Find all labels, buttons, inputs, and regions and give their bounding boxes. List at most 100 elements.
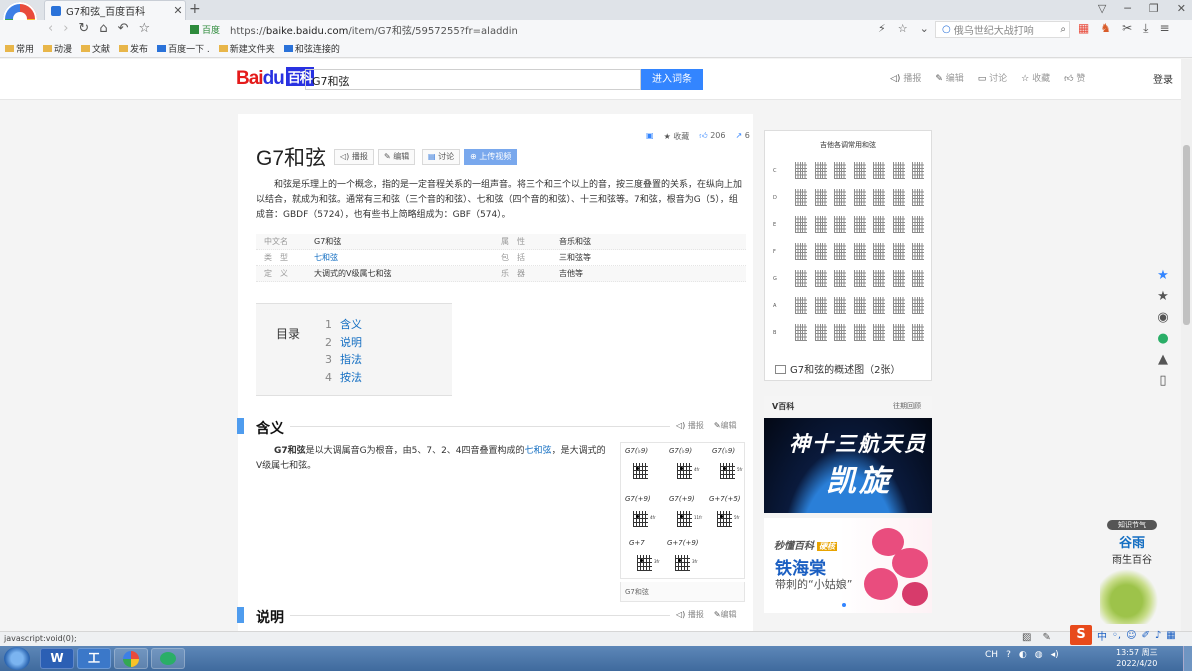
volume-icon[interactable]: ◂) xyxy=(1051,650,1059,660)
game-icon[interactable]: ♞ xyxy=(1100,21,1111,36)
bookmark-item[interactable]: 新建文件夹 xyxy=(218,42,275,55)
sogou-logo[interactable]: S xyxy=(1070,625,1092,645)
bookmark-item[interactable]: 文献 xyxy=(81,42,110,55)
solar-term-widget[interactable]: 知识节气 谷雨 雨生百谷 xyxy=(1107,520,1157,566)
scrollbar-thumb[interactable] xyxy=(1183,145,1190,325)
pen-icon[interactable]: ✐ xyxy=(1142,630,1150,641)
chord-diagram: G7(♭9) 5fr xyxy=(712,447,743,487)
minimize-icon[interactable]: ─ xyxy=(1124,2,1131,15)
menu-icon[interactable]: ≡ xyxy=(1159,21,1169,36)
home-icon[interactable]: ⌂ xyxy=(99,21,107,36)
taskbar-word[interactable]: W xyxy=(40,648,74,669)
toc-item[interactable]: 4 按法 xyxy=(325,369,362,387)
bookmark-item[interactable]: 常用 xyxy=(5,42,34,55)
clock[interactable]: 13:57 周三 2022/4/20 xyxy=(1116,647,1158,669)
header-collect-button[interactable]: ☆ 收藏 xyxy=(1021,71,1050,84)
info-value-link[interactable]: 七和弦 xyxy=(314,252,501,263)
bookmark-item[interactable]: 和弦连接的 xyxy=(283,42,340,55)
url-field[interactable]: 百度 https://baike.baidu.com/item/G7和弦/595… xyxy=(186,21,921,38)
back-icon[interactable]: ‹ xyxy=(48,21,53,36)
album-chord-grid xyxy=(814,270,827,287)
brush-icon[interactable]: ✎ xyxy=(1042,632,1050,643)
browser-tab[interactable]: G7和弦_百度百科 ✕ xyxy=(44,0,186,20)
discuss-button[interactable]: ▤ 讨论 xyxy=(422,149,461,165)
header-like-button[interactable]: 👍︎ 赞 xyxy=(1064,71,1085,84)
forward-icon[interactable]: › xyxy=(63,21,68,36)
punctuation-icon[interactable]: ◦, xyxy=(1112,630,1121,641)
collect-button[interactable]: ★ 收藏 xyxy=(664,131,690,142)
close-window-icon[interactable]: ✕ xyxy=(1177,2,1186,15)
play-button[interactable]: ◁) 播报 xyxy=(334,149,374,165)
language-indicator[interactable]: CH xyxy=(985,650,998,660)
carousel-dot[interactable] xyxy=(842,603,846,607)
toc-item[interactable]: 2 说明 xyxy=(325,334,362,352)
section-edit-button[interactable]: ✎编辑 xyxy=(714,420,737,431)
scissors-icon[interactable]: ✂ xyxy=(1122,21,1132,36)
tray-icon[interactable]: ◐ xyxy=(1019,650,1027,660)
taskbar-app[interactable]: 工 xyxy=(77,648,111,669)
browser-search-input[interactable]: ○ 俄乌世纪大战打响 ⌕ xyxy=(935,21,1070,38)
header-discuss-button[interactable]: ▭ 讨论 xyxy=(978,71,1007,84)
skin-icon[interactable]: ▽ xyxy=(1098,2,1106,15)
toc-item[interactable]: 1 含义 xyxy=(325,316,362,334)
search-engine-icon[interactable]: ○ xyxy=(942,24,951,35)
header-play-button[interactable]: ◁) 播报 xyxy=(890,71,921,84)
bookmark-item[interactable]: 百度一下 . xyxy=(157,42,210,55)
wechat-icon[interactable]: ● xyxy=(1157,331,1168,346)
upload-video-button[interactable]: ⊕ 上传视频 xyxy=(464,149,518,165)
star-icon[interactable]: ★ xyxy=(1157,289,1169,304)
enter-entry-button[interactable]: 进入词条 xyxy=(641,69,703,90)
folder-icon xyxy=(119,45,129,52)
close-tab-icon[interactable]: ✕ xyxy=(171,4,185,17)
dropdown-icon[interactable]: ⌄ xyxy=(920,22,929,35)
inline-link[interactable]: 七和弦 xyxy=(525,446,552,456)
bookmark-item[interactable]: 发布 xyxy=(119,42,148,55)
show-desktop-button[interactable] xyxy=(1183,646,1192,671)
image-icon[interactable]: ▨ xyxy=(1022,632,1031,643)
help-icon[interactable]: ? xyxy=(1006,650,1011,660)
qzone-icon[interactable]: ★ xyxy=(1157,268,1169,283)
banner-headline-large: 凯旋 xyxy=(826,465,892,498)
baidu-baike-logo[interactable]: Baidu 百科 xyxy=(236,67,314,90)
header-edit-button[interactable]: ✎ 编辑 xyxy=(935,71,963,84)
new-tab-icon[interactable]: + xyxy=(189,1,201,17)
qq-icon[interactable]: ▲ xyxy=(1158,352,1168,367)
favorite-star-icon[interactable]: ☆ xyxy=(138,21,150,36)
toc-item[interactable]: 3 指法 xyxy=(325,351,362,369)
album-caption[interactable]: G7和弦的概述图（2张） xyxy=(775,361,900,376)
login-link[interactable]: 登录 xyxy=(1153,71,1173,86)
like-button[interactable]: 👍︎ 206 xyxy=(699,131,725,142)
section-edit-button[interactable]: ✎编辑 xyxy=(714,609,737,620)
emoji-icon[interactable]: ☺ xyxy=(1126,630,1136,641)
section-play-button[interactable]: ◁) 播报 xyxy=(676,609,704,620)
mic-icon[interactable]: ♪ xyxy=(1155,630,1161,641)
apps-grid-icon[interactable]: ▦ xyxy=(1078,21,1089,36)
download-icon[interactable]: ⤓ xyxy=(1143,21,1148,36)
lightning-icon[interactable]: ⚡ xyxy=(878,22,886,35)
start-button[interactable] xyxy=(4,647,30,670)
keyboard-icon[interactable]: ▦ xyxy=(1166,630,1175,641)
network-icon[interactable]: ◍ xyxy=(1035,650,1043,660)
search-icon[interactable]: ⌕ xyxy=(1060,24,1066,35)
vbaike-more-link[interactable]: 往期回顾 xyxy=(893,401,921,411)
share-plus-icon[interactable]: ▣ xyxy=(646,131,654,142)
undo-close-icon[interactable]: ↶ xyxy=(118,21,129,36)
ime-mode[interactable]: 中 xyxy=(1097,628,1107,643)
chord-diagram: G7(♭9) xyxy=(625,447,655,487)
section-play-button[interactable]: ◁) 播报 xyxy=(676,420,704,431)
mobile-icon[interactable]: ▯ xyxy=(1159,373,1166,388)
reload-icon[interactable]: ↻ xyxy=(78,21,89,36)
info-value: 吉他等 xyxy=(559,269,583,278)
baike-search-input[interactable]: G7和弦 xyxy=(305,69,641,90)
weibo-icon[interactable]: ◉ xyxy=(1157,310,1168,325)
share-button[interactable]: ↗ 6 xyxy=(735,131,749,142)
taskbar-browser[interactable] xyxy=(114,648,148,669)
info-value: 三和弦等 xyxy=(559,253,591,262)
chord-diagram-image[interactable]: G7(♭9) G7(♭9) 4fr G7(♭9) 5fr G7(+9) 4fr G7(… xyxy=(620,442,745,579)
edit-button[interactable]: ✎ 编辑 xyxy=(378,149,416,165)
site-security-badge[interactable]: 百度 xyxy=(186,23,220,36)
taskbar-wechat[interactable] xyxy=(151,648,185,669)
bookmark-star-icon[interactable]: ☆ xyxy=(898,22,908,35)
maximize-icon[interactable]: ❐ xyxy=(1149,2,1159,15)
bookmark-item[interactable]: 动漫 xyxy=(43,42,72,55)
